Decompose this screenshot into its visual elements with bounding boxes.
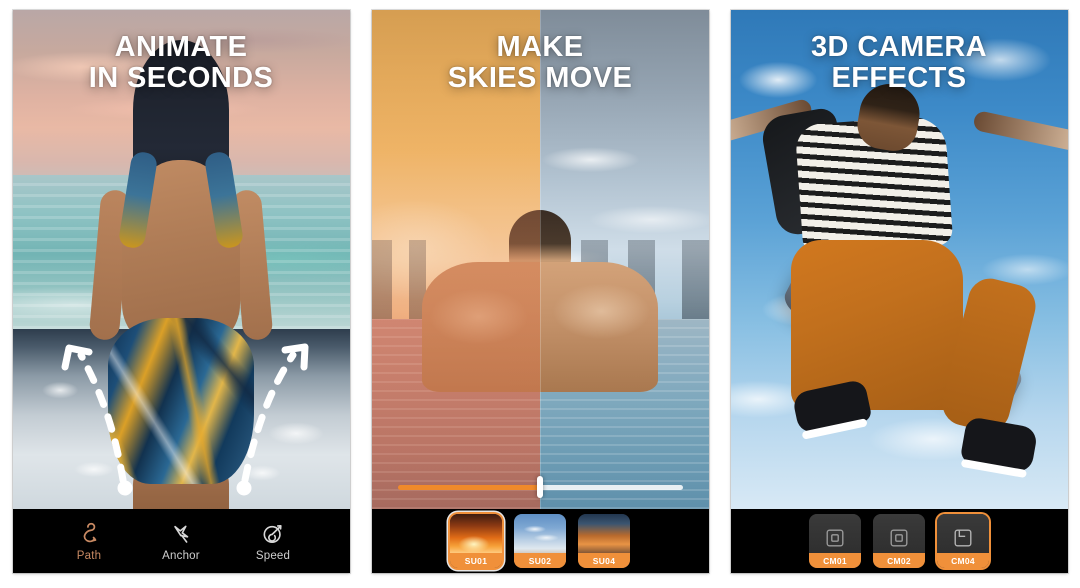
panel-animate-in-seconds: ANIMATE IN SECONDS Path Anchor Speed (12, 10, 350, 573)
slider-track-filled (397, 485, 540, 490)
sky-preset-row: SU01 SU02 SU04 (450, 514, 630, 568)
panel-1-toolbar: Path Anchor Speed (12, 509, 350, 573)
sky-preset-su04[interactable]: SU04 (578, 514, 630, 568)
panel-2-headline: MAKE SKIES MOVE (372, 31, 709, 95)
panel-3-toolbar: CM01 CM02 CM04 (730, 509, 1068, 573)
skater-figure (730, 70, 1068, 474)
motion-anchor-right (236, 480, 251, 496)
tool-speed[interactable]: Speed (242, 521, 304, 562)
slider-track-empty (540, 485, 683, 490)
tool-anchor-label: Anchor (162, 549, 200, 562)
tool-row: Path Anchor Speed (58, 521, 304, 562)
speedometer-icon (263, 524, 282, 543)
tool-path-label: Path (76, 549, 102, 562)
panel-2-toolbar: SU01 SU02 SU04 (371, 509, 709, 573)
panel-1-headline-line-2: IN SECONDS (88, 62, 274, 95)
motion-path-right (241, 351, 296, 484)
motion-anchor-left (117, 480, 132, 496)
camera-preset-cm02-label: CM02 (873, 553, 925, 568)
camera-preset-cm01-label: CM01 (809, 553, 861, 568)
camera-preset-row: CM01 CM02 CM04 (809, 514, 989, 568)
sky-preset-su01-label: SU01 (450, 553, 502, 568)
panel-make-skies-move: MAKE SKIES MOVE SU01 SU02 SU04 (371, 10, 709, 573)
motion-path-left (77, 351, 126, 484)
anchor-pin-icon (174, 525, 189, 543)
panel-2-headline-line-1: MAKE (496, 31, 584, 63)
sky-preset-su02-label: SU02 (514, 553, 566, 568)
tool-speed-label: Speed (255, 549, 291, 562)
panel-2-headline-line-2: SKIES MOVE (447, 62, 633, 95)
panel-3-headline: 3D CAMERA EFFECTS (731, 31, 1068, 95)
tool-anchor[interactable]: Anchor (150, 521, 212, 562)
screenshot-gallery: ANIMATE IN SECONDS Path Anchor Speed MAK… (0, 0, 1080, 588)
panel-3d-camera-effects: 3D CAMERA EFFECTS CM01 CM02 CM04 (730, 10, 1068, 573)
panel-3-headline-line-2: EFFECTS (831, 62, 967, 95)
camera-preset-cm04-label: CM04 (937, 553, 989, 568)
sky-preset-su04-label: SU04 (578, 553, 630, 568)
panel-1-headline-line-1: ANIMATE (114, 31, 248, 63)
frame-square-icon (826, 529, 844, 547)
tool-path[interactable]: Path (58, 521, 120, 562)
panel-1-headline: ANIMATE IN SECONDS (13, 31, 350, 95)
panel-3-headline-line-1: 3D CAMERA (811, 31, 987, 63)
skater-right-shoe (959, 415, 1039, 474)
skater-orange-pants (791, 239, 964, 410)
camera-preset-cm01[interactable]: CM01 (809, 514, 861, 568)
camera-preset-cm02[interactable]: CM02 (873, 514, 925, 568)
slider-handle[interactable] (537, 476, 543, 498)
frame-square-icon (890, 529, 908, 547)
frame-corner-icon (954, 529, 972, 547)
sky-preset-su02[interactable]: SU02 (514, 514, 566, 568)
camera-preset-cm04[interactable]: CM04 (937, 514, 989, 568)
sky-preset-su01[interactable]: SU01 (450, 514, 502, 568)
path-arrow-icon (83, 522, 97, 542)
before-after-slider[interactable] (397, 476, 683, 498)
